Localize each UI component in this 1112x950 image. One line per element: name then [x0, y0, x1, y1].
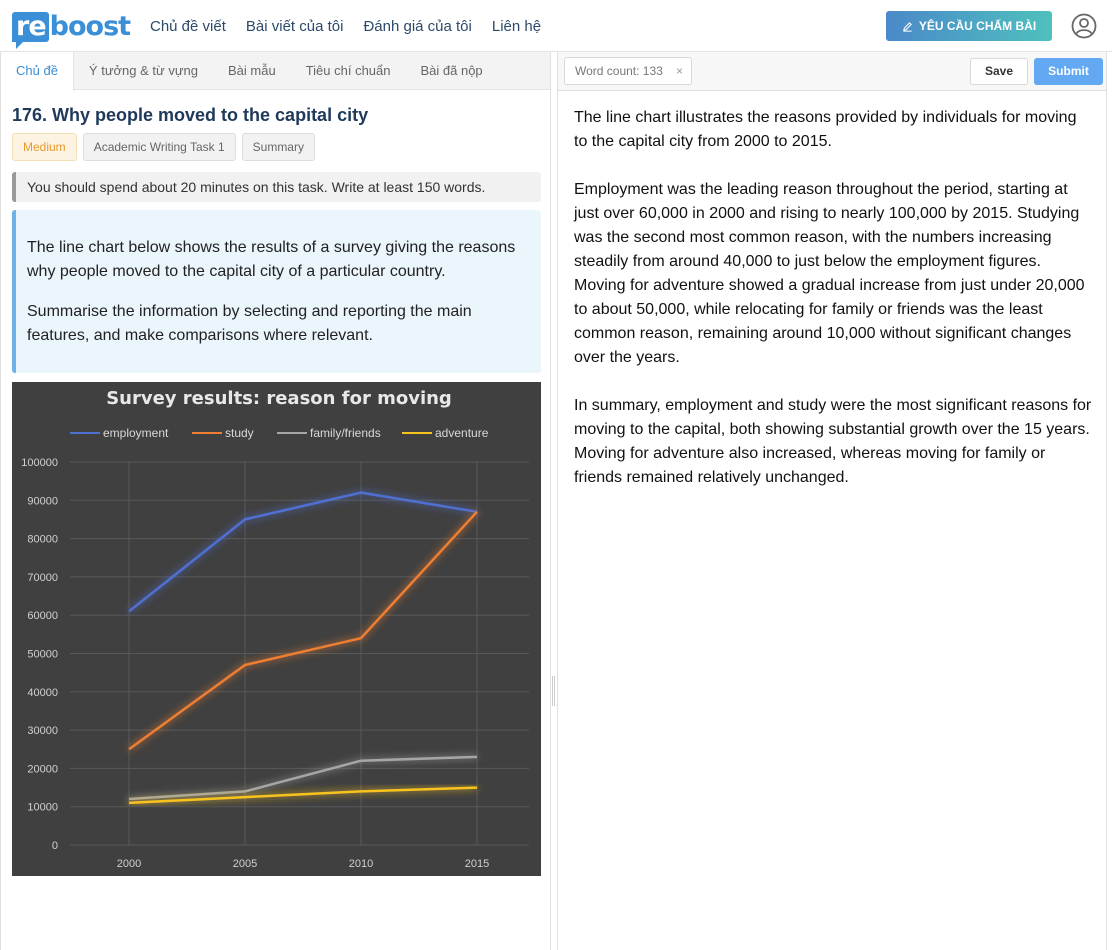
y-tick-label: 100000 — [21, 457, 58, 469]
tab-topic[interactable]: Chủ đề — [1, 52, 74, 91]
task-title: 176. Why people moved to the capital cit… — [12, 105, 369, 125]
legend-label: employment — [103, 426, 169, 440]
y-tick-label: 80000 — [27, 534, 58, 546]
request-grading-label: YÊU CẦU CHẤM BÀI — [918, 19, 1037, 33]
task-tabs: Chủ đề Ý tưởng & từ vựng Bài mẫu Tiêu ch… — [1, 52, 550, 91]
submit-button[interactable]: Submit — [1034, 58, 1103, 85]
y-tick-label: 40000 — [27, 687, 58, 699]
y-axis: 0 10000 20000 30000 40000 50000 60000 70000 8000… — [21, 457, 58, 852]
y-tick-label: 60000 — [27, 610, 58, 622]
essay-paragraph: Employment was the leading reason throug… — [574, 181, 1085, 366]
pencil-icon — [902, 21, 912, 32]
legend-label: family/friends — [310, 426, 381, 440]
nav-my-posts[interactable]: Bài viết của tôi — [246, 18, 344, 35]
prompt-paragraph: Summarise the information by selecting a… — [27, 303, 472, 344]
editor-panel: Word count: 133 × Save Submit The line c… — [557, 52, 1107, 950]
essay-textarea[interactable]: The line chart illustrates the reasons p… — [574, 106, 1094, 514]
x-tick-label: 2015 — [465, 858, 489, 870]
editor-toolbar: Word count: 133 × Save Submit — [558, 52, 1106, 91]
nav-contact[interactable]: Liên hệ — [492, 18, 541, 35]
y-tick-label: 50000 — [27, 649, 58, 661]
chart-legend: employment study family/friends adventure — [70, 426, 489, 440]
logo-re: re — [12, 12, 49, 49]
panel-resize-handle[interactable] — [552, 676, 555, 706]
close-icon[interactable]: × — [676, 58, 683, 84]
prompt-paragraph: The line chart below shows the results o… — [27, 239, 516, 280]
chart-svg: Survey results: reason for moving employ… — [21, 388, 529, 870]
tab-submitted[interactable]: Bài đã nộp — [406, 52, 498, 90]
y-tick-label: 20000 — [27, 763, 58, 775]
top-navbar: re boost Chủ đề viết Bài viết của tôi Đá… — [0, 0, 1112, 52]
request-grading-button[interactable]: YÊU CẦU CHẤM BÀI — [886, 11, 1052, 41]
difficulty-badge: Medium — [12, 133, 77, 161]
task-instruction: You should spend about 20 minutes on thi… — [12, 172, 541, 202]
nav-my-reviews[interactable]: Đánh giá của tôi — [363, 18, 471, 35]
reboost-logo[interactable]: re boost — [12, 10, 131, 49]
legend-label: study — [225, 426, 254, 440]
word-count-text: Word count: 133 — [575, 64, 663, 78]
y-tick-label: 10000 — [27, 802, 58, 814]
tab-ideas-vocabulary[interactable]: Ý tưởng & từ vựng — [74, 52, 213, 90]
chart-series — [128, 491, 478, 805]
save-button[interactable]: Save — [970, 58, 1028, 85]
logo-boost: boost — [49, 11, 131, 42]
task-type-badge: Academic Writing Task 1 — [82, 133, 236, 161]
essay-paragraph: In summary, employment and study were th… — [574, 397, 1092, 486]
series-line-family-friends — [128, 755, 478, 801]
tab-criteria[interactable]: Tiêu chí chuẩn — [291, 52, 406, 90]
user-account-icon[interactable] — [1071, 13, 1097, 39]
y-tick-label: 0 — [52, 840, 58, 852]
line-chart: Survey results: reason for moving employ… — [12, 382, 541, 876]
y-tick-label: 30000 — [27, 725, 58, 737]
x-axis: 2000 2005 2010 2015 — [117, 858, 489, 870]
x-tick-label: 2000 — [117, 858, 141, 870]
main-nav: Chủ đề viết Bài viết của tôi Đánh giá củ… — [150, 0, 561, 52]
series-line-employment — [128, 491, 478, 613]
tab-sample-essay[interactable]: Bài mẫu — [213, 52, 291, 90]
task-tags: Medium Academic Writing Task 1 Summary — [12, 133, 315, 161]
nav-topics[interactable]: Chủ đề viết — [150, 18, 226, 35]
series-line-study — [128, 510, 478, 751]
x-tick-label: 2005 — [233, 858, 257, 870]
task-panel: Chủ đề Ý tưởng & từ vựng Bài mẫu Tiêu ch… — [0, 52, 551, 950]
y-tick-label: 70000 — [27, 572, 58, 584]
category-badge: Summary — [241, 133, 315, 161]
x-tick-label: 2010 — [349, 858, 373, 870]
word-count-badge: Word count: 133 × — [564, 57, 692, 85]
y-tick-label: 90000 — [27, 495, 58, 507]
task-prompt: The line chart below shows the results o… — [12, 210, 541, 373]
essay-paragraph: The line chart illustrates the reasons p… — [574, 109, 1077, 150]
legend-label: adventure — [435, 426, 489, 440]
chart-title: Survey results: reason for moving — [106, 388, 452, 409]
